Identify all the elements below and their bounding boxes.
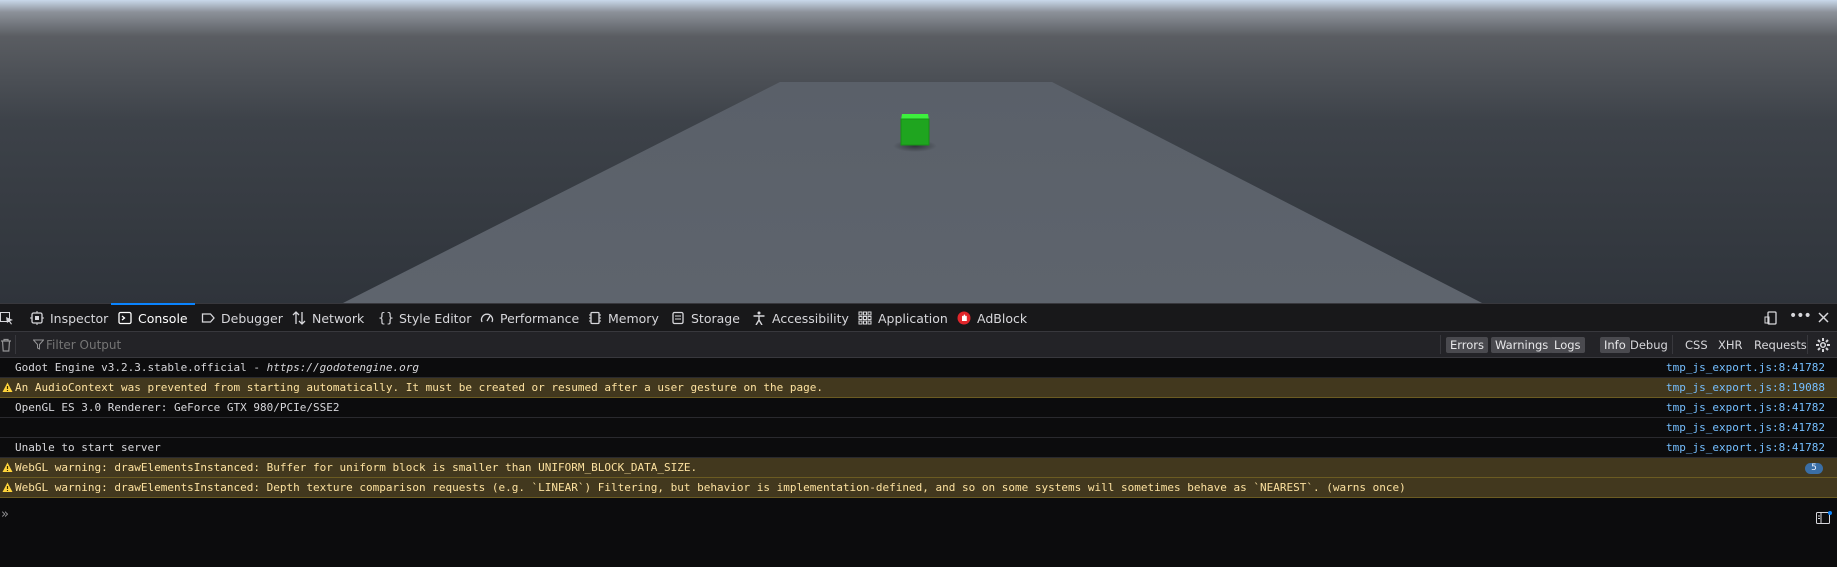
element-picker-icon[interactable] — [0, 311, 14, 328]
console-output: Godot Engine v3.2.3.stable.official - ht… — [0, 358, 1837, 498]
console-message: tmp_js_export.js:8:41782 — [0, 418, 1837, 438]
console-message: Godot Engine v3.2.3.stable.official - ht… — [0, 358, 1837, 378]
style-editor-icon: {} — [377, 310, 395, 326]
message-text: OpenGL ES 3.0 Renderer: GeForce GTX 980/… — [15, 401, 340, 414]
tab-label: Performance — [500, 310, 580, 326]
close-icon[interactable] — [1817, 311, 1830, 327]
tab-label: Console — [138, 310, 188, 326]
message-source-link[interactable]: tmp_js_export.js:8:41782 — [1666, 438, 1825, 458]
debugger-icon — [201, 311, 215, 325]
editor-mode-icon[interactable] — [1816, 509, 1832, 528]
console-icon — [118, 311, 132, 325]
tab-style-editor[interactable]: {} Style Editor — [377, 304, 472, 332]
tab-memory[interactable]: Memory — [588, 304, 659, 332]
message-source-link[interactable]: tmp_js_export.js:8:41782 — [1666, 418, 1825, 438]
tab-label: Style Editor — [399, 310, 472, 326]
game-viewport[interactable] — [0, 0, 1837, 303]
tab-label: Application — [878, 310, 948, 326]
filter-logs-button[interactable]: Logs — [1550, 337, 1585, 353]
inspector-icon — [30, 311, 44, 325]
more-options-icon[interactable]: ••• — [1789, 308, 1812, 324]
tab-label: Network — [312, 310, 365, 326]
message-text: An AudioContext was prevented from start… — [15, 381, 823, 394]
message-text: WebGL warning: drawElementsInstanced: De… — [15, 481, 1406, 494]
filter-debug-button[interactable]: Debug — [1626, 337, 1672, 353]
tab-label: Debugger — [221, 310, 283, 326]
gear-icon[interactable] — [1815, 337, 1831, 356]
warning-icon — [2, 462, 13, 472]
tab-adblock[interactable]: AdBlock — [957, 304, 1027, 332]
tab-console[interactable]: Console — [111, 303, 195, 332]
tab-storage[interactable]: Storage — [671, 304, 740, 332]
filter-errors-button[interactable]: Errors — [1446, 337, 1489, 353]
message-source-link[interactable]: tmp_js_export.js:8:41782 — [1666, 398, 1825, 418]
filter-xhr-button[interactable]: XHR — [1714, 337, 1747, 353]
filter-warnings-button[interactable]: Warnings — [1491, 337, 1553, 353]
console-input-row[interactable]: » — [0, 504, 1837, 526]
tab-debugger[interactable]: Debugger — [201, 304, 283, 332]
message-source-link[interactable]: tmp_js_export.js:8:41782 — [1666, 358, 1825, 378]
prompt-chevron-icon: » — [1, 507, 9, 522]
application-icon — [858, 311, 872, 325]
tab-application[interactable]: Application — [858, 304, 948, 332]
message-text: Godot Engine v3.2.3.stable.official - — [15, 361, 267, 374]
filter-requests-button[interactable]: Requests — [1750, 337, 1811, 353]
warning-icon — [2, 382, 13, 392]
console-warning: An AudioContext was prevented from start… — [0, 378, 1837, 398]
tab-accessibility[interactable]: Accessibility — [752, 304, 849, 332]
accessibility-icon — [752, 311, 766, 325]
memory-icon — [588, 311, 602, 325]
console-message: Unable to start server tmp_js_export.js:… — [0, 438, 1837, 458]
filter-output-input[interactable] — [46, 336, 646, 353]
message-source-link[interactable]: tmp_js_export.js:8:19088 — [1666, 378, 1825, 398]
console-message: OpenGL ES 3.0 Renderer: GeForce GTX 980/… — [0, 398, 1837, 418]
console-warning: WebGL warning: drawElementsInstanced: Bu… — [0, 458, 1837, 478]
tab-label: Memory — [608, 310, 659, 326]
tab-performance[interactable]: Performance — [480, 304, 579, 332]
trash-icon[interactable] — [0, 338, 12, 355]
tab-label: Storage — [691, 310, 740, 326]
message-text: Unable to start server — [15, 441, 161, 454]
tab-label: Inspector — [50, 310, 109, 326]
console-warning: WebGL warning: drawElementsInstanced: De… — [0, 478, 1837, 498]
warning-icon — [2, 482, 13, 492]
tab-label: AdBlock — [977, 310, 1028, 326]
responsive-design-icon[interactable] — [1764, 311, 1778, 328]
message-text: WebGL warning: drawElementsInstanced: Bu… — [15, 461, 698, 474]
console-input[interactable] — [16, 506, 1800, 526]
performance-icon — [480, 311, 494, 325]
tab-inspector[interactable]: Inspector — [30, 304, 108, 332]
devtools-toolbar: Inspector Console Debugger Network {} St… — [0, 303, 1837, 332]
adblock-icon — [957, 311, 971, 325]
tab-label: Accessibility — [772, 310, 849, 326]
message-link[interactable]: https://godotengine.org — [267, 361, 419, 374]
filter-css-button[interactable]: CSS — [1681, 337, 1712, 353]
network-icon — [292, 311, 306, 325]
console-filter-bar: Errors Warnings Logs Info Debug CSS XHR … — [0, 332, 1837, 358]
repeat-count-badge: 5 — [1805, 463, 1823, 474]
green-cube — [900, 114, 930, 146]
tab-network[interactable]: Network — [292, 304, 364, 332]
filter-icon — [32, 339, 45, 353]
storage-icon — [671, 311, 685, 325]
devtools-panel: Inspector Console Debugger Network {} St… — [0, 303, 1837, 567]
